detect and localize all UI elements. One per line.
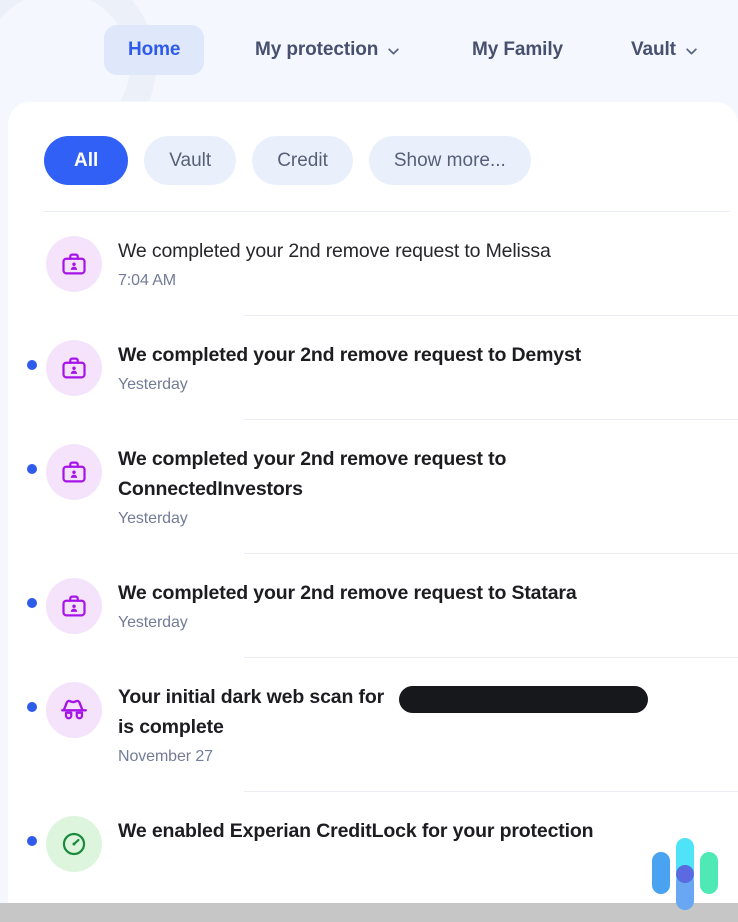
notification-icon-cell xyxy=(46,316,118,396)
assistant-bar-left-icon xyxy=(652,852,670,894)
notification-timestamp: Yesterday xyxy=(118,614,188,631)
notification-body: Your initial dark web scan for is complet… xyxy=(118,658,738,792)
notifications-card: All Vault Credit Show more... We complet… xyxy=(8,102,738,903)
nav-item-my-protection[interactable]: My protection xyxy=(255,39,399,61)
notification-body: We completed your 2nd remove request to … xyxy=(118,316,738,420)
briefcase-person-icon xyxy=(46,578,102,634)
unread-dot xyxy=(27,598,37,608)
notification-timestamp: Yesterday xyxy=(118,376,188,393)
app-header: Home My protection My Family Vault xyxy=(0,0,738,101)
unread-dot-cell xyxy=(18,420,46,474)
notification-icon-cell xyxy=(46,554,118,634)
notification-item[interactable]: We completed your 2nd remove request to … xyxy=(8,316,738,420)
unread-dot xyxy=(27,464,37,474)
notification-item[interactable]: We completed your 2nd remove request to … xyxy=(8,554,738,658)
notification-body: We completed your 2nd remove request to … xyxy=(118,212,738,316)
notification-title: Your initial dark web scan for is complet… xyxy=(118,682,648,742)
briefcase-person-icon xyxy=(46,340,102,396)
unread-dot xyxy=(27,836,37,846)
notification-body: We completed your 2nd remove request to … xyxy=(118,420,738,554)
nav-item-my-protection-label: My protection xyxy=(255,39,379,60)
briefcase-person-icon xyxy=(46,236,102,292)
notification-icon-cell xyxy=(46,420,118,500)
unread-dot xyxy=(27,702,37,712)
assistant-bar-right-icon xyxy=(700,852,718,894)
notification-icon-cell xyxy=(46,792,118,872)
nav-item-my-family-label: My Family xyxy=(472,39,563,60)
nav-item-home[interactable]: Home xyxy=(104,25,205,75)
notification-title: We completed your 2nd remove request to … xyxy=(118,240,551,262)
notification-title: We completed your 2nd remove request to … xyxy=(118,582,577,604)
filter-pill-vault-label: Vault xyxy=(169,149,212,171)
notification-timestamp: Yesterday xyxy=(118,510,188,527)
unread-dot-cell xyxy=(18,316,46,370)
unread-dot-cell xyxy=(18,792,46,846)
unread-dot-cell xyxy=(18,554,46,608)
notification-list: We completed your 2nd remove request to … xyxy=(8,212,738,872)
notification-item[interactable]: We enabled Experian CreditLock for your … xyxy=(8,792,738,872)
unread-dot-cell xyxy=(18,658,46,712)
incognito-icon xyxy=(46,682,102,738)
notification-title-part-before: Your initial dark web scan for xyxy=(118,686,385,708)
notification-title-part-after: is complete xyxy=(118,716,224,738)
main-navigation: Home My protection My Family Vault xyxy=(0,0,738,101)
redaction-bar xyxy=(399,686,648,713)
notification-item[interactable]: We completed your 2nd remove request to … xyxy=(8,420,738,554)
app-root: Home My protection My Family Vault All V… xyxy=(0,0,738,922)
filter-pill-credit[interactable]: Credit xyxy=(252,136,353,185)
filter-pill-credit-label: Credit xyxy=(277,149,328,171)
unread-dot xyxy=(27,360,37,370)
speedometer-icon xyxy=(46,816,102,872)
nav-item-home-label: Home xyxy=(128,39,181,60)
notification-title: We enabled Experian CreditLock for your … xyxy=(118,820,594,842)
notification-item[interactable]: We completed your 2nd remove request to … xyxy=(8,212,738,316)
notification-icon-cell xyxy=(46,658,118,738)
filter-pill-all-label: All xyxy=(74,149,99,171)
notification-timestamp: November 27 xyxy=(118,748,213,765)
filter-pill-all[interactable]: All xyxy=(44,136,129,185)
horizontal-scrollbar[interactable] xyxy=(0,903,738,922)
notification-title: We completed your 2nd remove request to … xyxy=(118,344,582,366)
nav-item-my-family[interactable]: My Family xyxy=(472,39,563,61)
filter-pill-show-more-label: Show more... xyxy=(393,149,506,171)
notification-body: We enabled Experian CreditLock for your … xyxy=(118,792,738,870)
briefcase-person-icon xyxy=(46,444,102,500)
nav-item-vault-label: Vault xyxy=(631,39,676,60)
unread-dot-cell xyxy=(18,212,46,266)
chevron-down-icon xyxy=(387,45,399,56)
notification-item[interactable]: Your initial dark web scan for is complet… xyxy=(8,658,738,792)
notification-timestamp: 7:04 AM xyxy=(118,272,177,289)
notification-icon-cell xyxy=(46,212,118,292)
notification-body: We completed your 2nd remove request to … xyxy=(118,554,738,658)
filter-pill-show-more[interactable]: Show more... xyxy=(368,136,531,185)
assistant-dot-icon xyxy=(676,865,694,883)
assistant-widget-button[interactable] xyxy=(646,838,728,910)
notification-title: We completed your 2nd remove request to … xyxy=(118,448,507,500)
filter-pill-group: All Vault Credit Show more... xyxy=(44,136,531,185)
filter-pill-vault[interactable]: Vault xyxy=(144,136,237,185)
chevron-down-icon xyxy=(685,45,697,56)
nav-item-vault[interactable]: Vault xyxy=(631,39,697,61)
